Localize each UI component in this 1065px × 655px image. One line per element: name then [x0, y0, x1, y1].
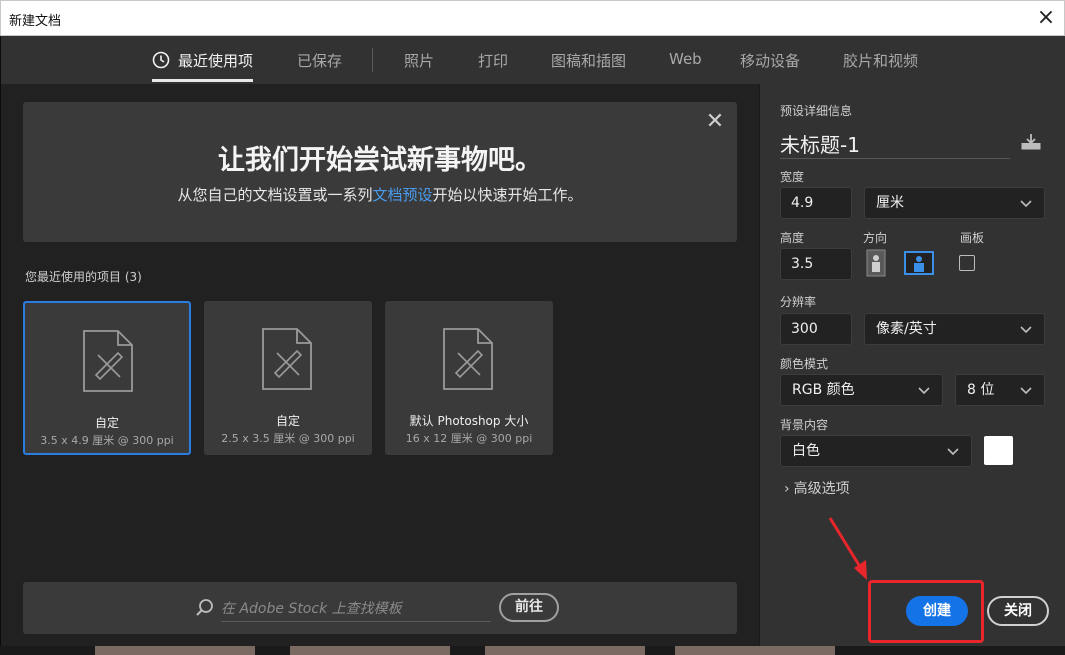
- recent-item-name: 自定: [94, 416, 119, 430]
- document-name-input[interactable]: 未标题-1: [780, 129, 1010, 159]
- resolution-unit-dropdown[interactable]: 像素/英寸: [864, 313, 1045, 345]
- background-thumbnail: [485, 646, 645, 655]
- tab-divider: [372, 48, 373, 72]
- save-preset-icon[interactable]: [1020, 132, 1042, 152]
- recent-item-size: 3.5 x 4.9 厘米 @ 300 ppi: [40, 434, 174, 447]
- orientation-label: 方向: [863, 231, 888, 245]
- recent-item-card[interactable]: 自定 2.5 x 3.5 厘米 @ 300 ppi: [204, 301, 372, 455]
- chevron-down-icon: [947, 448, 959, 456]
- welcome-banner: 让我们开始尝试新事物吧。 从您自己的文档设置或一系列文档预设开始以快速开始工作。…: [23, 102, 737, 242]
- color-mode-dropdown[interactable]: RGB 颜色: [780, 374, 943, 406]
- height-input[interactable]: 3.5: [780, 248, 852, 280]
- portrait-orientation-icon[interactable]: [863, 249, 889, 277]
- recent-item-name: 自定: [275, 414, 300, 428]
- tab-art-illustration[interactable]: 图稿和插图: [551, 50, 626, 71]
- background-label: 背景内容: [780, 418, 829, 432]
- chevron-down-icon: [1020, 326, 1032, 334]
- advanced-options-label: 高级选项: [793, 481, 850, 497]
- window-close-icon[interactable]: ×: [1034, 7, 1058, 31]
- search-icon: [196, 599, 213, 616]
- bit-depth-dropdown[interactable]: 8 位: [955, 374, 1045, 406]
- resolution-label: 分辨率: [780, 295, 817, 309]
- preset-details-heading: 预设详细信息: [780, 104, 853, 118]
- new-document-dialog: 最近使用项 已保存 照片 打印 图稿和插图 Web 移动设备 胶片和视频 让我们…: [0, 36, 1065, 646]
- recent-items-label: 您最近使用的项目 (3): [25, 270, 142, 284]
- width-label: 宽度: [780, 170, 805, 184]
- width-unit-dropdown[interactable]: 厘米: [864, 187, 1045, 219]
- annotation-arrow: [828, 517, 867, 580]
- active-tab-indicator: [152, 79, 253, 82]
- go-button[interactable]: 前往: [499, 593, 559, 622]
- artboard-label: 画板: [960, 231, 985, 245]
- chevron-down-icon: [918, 387, 930, 395]
- recent-item-size: 2.5 x 3.5 厘米 @ 300 ppi: [221, 432, 355, 445]
- document-template-icon: [262, 328, 312, 390]
- tab-film-video[interactable]: 胶片和视频: [843, 50, 918, 71]
- chevron-down-icon: [1020, 200, 1032, 208]
- background-value: 白色: [792, 443, 820, 459]
- recent-item-card[interactable]: 自定 3.5 x 4.9 厘米 @ 300 ppi: [23, 301, 191, 455]
- background-dropdown[interactable]: 白色: [780, 435, 972, 467]
- category-tabbar: 最近使用项 已保存 照片 打印 图稿和插图 Web 移动设备 胶片和视频: [1, 36, 1065, 84]
- color-mode-value: RGB 颜色: [792, 382, 855, 398]
- advanced-options-toggle[interactable]: › 高级选项: [784, 478, 850, 498]
- bit-depth-value: 8 位: [967, 382, 995, 398]
- recent-item-size: 16 x 12 厘米 @ 300 ppi: [405, 432, 533, 445]
- resolution-unit-value: 像素/英寸: [876, 321, 937, 337]
- resolution-input[interactable]: 300: [780, 313, 852, 345]
- welcome-subtitle: 从您自己的文档设置或一系列文档预设开始以快速开始工作。: [23, 184, 737, 205]
- recent-item-name: 默认 Photoshop 大小: [409, 414, 529, 428]
- width-unit-value: 厘米: [876, 195, 904, 211]
- background-thumbnail: [290, 646, 450, 655]
- window-title: 新建文档: [9, 14, 62, 29]
- recent-item-card[interactable]: 默认 Photoshop 大小 16 x 12 厘米 @ 300 ppi: [385, 301, 553, 455]
- preset-details-panel: 预设详细信息 未标题-1 宽度 4.9 厘米 高度 方向 画板 3.5 分辨率 …: [759, 84, 1065, 646]
- welcome-title: 让我们开始尝试新事物吧。: [218, 145, 542, 176]
- document-template-icon: [443, 328, 493, 390]
- document-template-icon: [83, 330, 133, 392]
- stock-search-bar: 在 Adobe Stock 上查找模板 前往: [23, 582, 737, 634]
- artboard-checkbox[interactable]: [959, 255, 975, 271]
- clock-icon: [152, 51, 170, 69]
- banner-close-icon[interactable]: ✕: [705, 111, 725, 133]
- color-mode-label: 颜色模式: [780, 357, 829, 371]
- stock-search-input[interactable]: 在 Adobe Stock 上查找模板: [221, 598, 491, 622]
- close-button[interactable]: 关闭: [987, 596, 1049, 626]
- welcome-subtitle-post: 开始以快速开始工作。: [432, 186, 583, 204]
- tab-saved[interactable]: 已保存: [297, 50, 342, 71]
- chevron-right-icon: ›: [784, 481, 790, 497]
- annotation-highlight-box: [868, 580, 984, 643]
- document-presets-link[interactable]: 文档预设: [372, 186, 432, 204]
- background-color-swatch[interactable]: [984, 436, 1013, 465]
- tab-web[interactable]: Web: [669, 50, 702, 68]
- landscape-orientation-icon[interactable]: [904, 249, 934, 277]
- tab-print[interactable]: 打印: [478, 50, 508, 71]
- tab-mobile[interactable]: 移动设备: [740, 50, 800, 71]
- background-thumbnail: [675, 646, 835, 655]
- background-thumbnail: [95, 646, 255, 655]
- height-label: 高度: [780, 231, 805, 245]
- welcome-subtitle-pre: 从您自己的文档设置或一系列: [177, 186, 373, 204]
- chevron-down-icon: [1020, 387, 1032, 395]
- width-input[interactable]: 4.9: [780, 187, 852, 219]
- window-titlebar: 新建文档 ×: [0, 0, 1065, 36]
- tab-photo[interactable]: 照片: [404, 50, 434, 71]
- tab-recent[interactable]: 最近使用项: [178, 50, 253, 71]
